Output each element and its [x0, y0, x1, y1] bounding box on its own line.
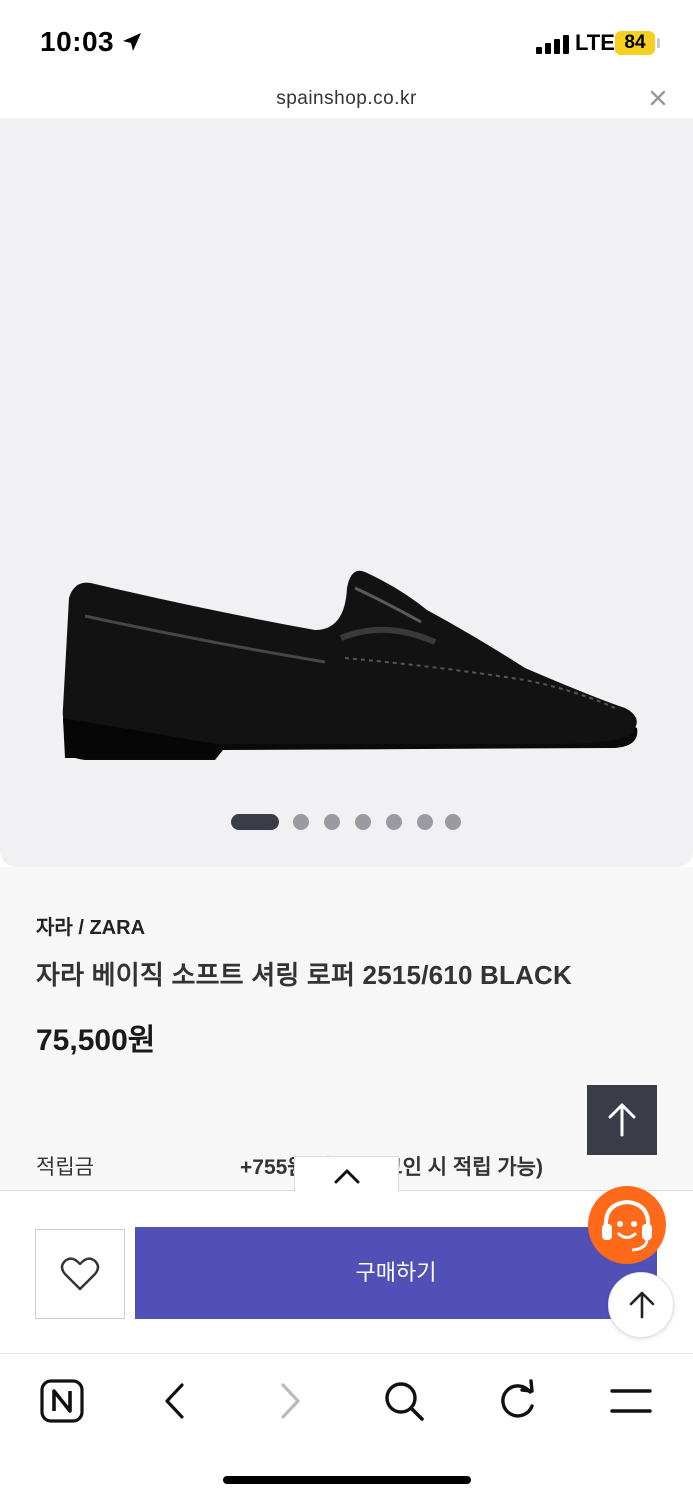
signal-icon: [536, 34, 570, 54]
home-indicator[interactable]: [223, 1476, 471, 1484]
refresh-icon[interactable]: [492, 1376, 542, 1426]
customer-service-button[interactable]: [588, 1186, 666, 1264]
product-price: 75,500원: [36, 1024, 156, 1057]
scroll-top-button[interactable]: [587, 1085, 657, 1155]
carousel-dot[interactable]: [445, 814, 461, 830]
points-label: 적립금: [36, 1156, 94, 1179]
shoe-image: [62, 570, 638, 760]
carousel-dot[interactable]: [355, 814, 371, 830]
status-bar: 10:03 LTE 84: [0, 0, 693, 88]
naver-home-icon[interactable]: [37, 1376, 87, 1426]
chevron-up-icon: [334, 1169, 360, 1184]
location-arrow-icon: [123, 33, 141, 51]
arrow-up-icon: [629, 1291, 655, 1319]
close-icon[interactable]: [646, 86, 670, 110]
menu-icon[interactable]: [606, 1376, 656, 1426]
carousel-dot[interactable]: [293, 814, 309, 830]
heart-icon: [60, 1257, 100, 1291]
product-title: 자라 베이직 소프트 셔링 로퍼 2515/610 BLACK: [36, 960, 573, 990]
url-bar[interactable]: spainshop.co.kr: [0, 80, 693, 118]
carousel-dot[interactable]: [324, 814, 340, 830]
url-text[interactable]: spainshop.co.kr: [0, 88, 693, 110]
wishlist-button[interactable]: [35, 1229, 125, 1319]
scroll-up-circle-button[interactable]: [608, 1272, 674, 1338]
browser-toolbar: [0, 1353, 693, 1500]
arrow-up-icon: [608, 1103, 636, 1137]
forward-icon[interactable]: [265, 1376, 315, 1426]
carousel-dot[interactable]: [386, 814, 402, 830]
carousel-dot[interactable]: [417, 814, 433, 830]
product-brand[interactable]: 자라 / ZARA: [36, 911, 145, 940]
headset-smile-icon: [602, 1199, 652, 1252]
battery-icon: 84: [615, 31, 655, 55]
search-icon[interactable]: [379, 1376, 429, 1426]
carousel-dot-active[interactable]: [231, 814, 279, 830]
buy-button[interactable]: 구매하기: [135, 1227, 657, 1319]
drawer-toggle[interactable]: [294, 1156, 399, 1192]
battery-cap: [657, 38, 660, 48]
network-label: LTE: [575, 30, 615, 55]
back-icon[interactable]: [150, 1376, 200, 1426]
status-time: 10:03: [40, 26, 115, 57]
product-image-carousel[interactable]: [0, 118, 693, 867]
